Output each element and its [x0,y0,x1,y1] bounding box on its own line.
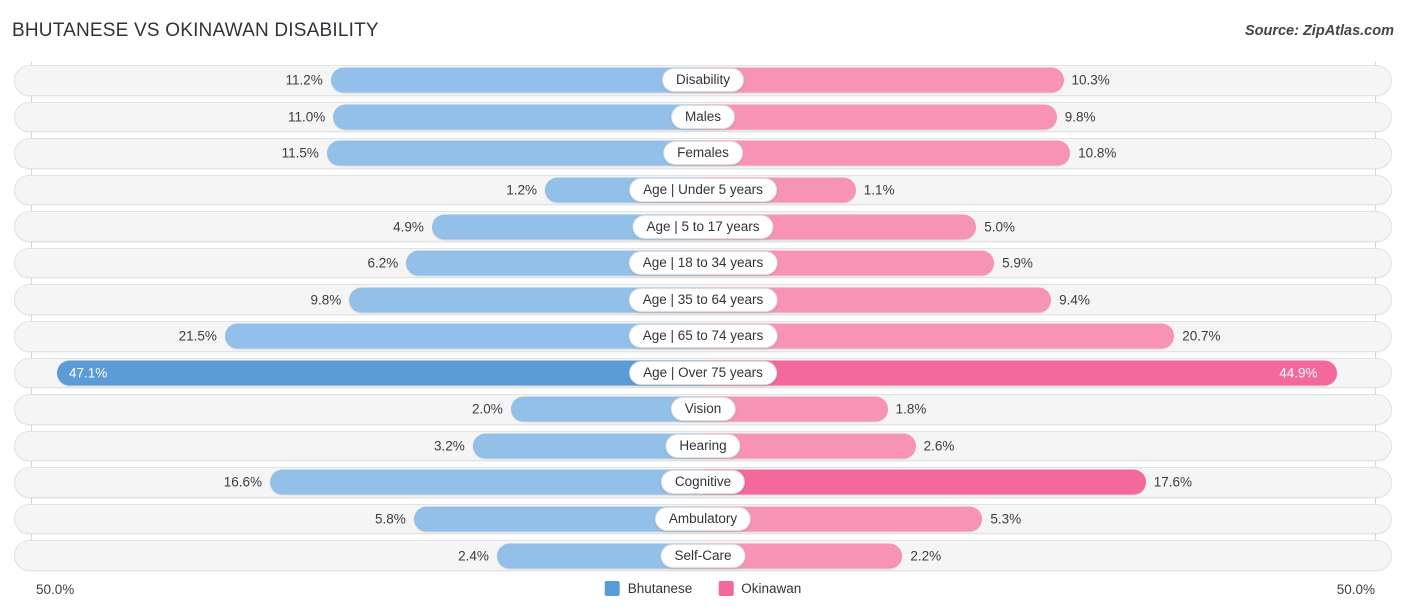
chart-row: 47.1% 44.9% Age | Over 75 years [0,355,1406,392]
chart-row: 11.5% 10.8% Females [0,135,1406,172]
value-label-okinawan: 9.4% [1059,292,1090,308]
bar-bhutanese [270,469,703,495]
value-label-bhutanese: 9.8% [310,292,342,308]
value-label-bhutanese: 16.6% [223,474,263,490]
value-label-bhutanese: 3.2% [434,438,465,454]
chart-row: 9.8% 9.4% Age | 35 to 64 years [0,281,1406,318]
chart-row: 1.2% 1.1% Age | Under 5 years [0,172,1406,209]
value-label-bhutanese: 1.2% [506,182,537,198]
chart-row: 11.2% 10.3% Disability [0,62,1406,99]
bar-okinawan [703,67,1064,93]
bar-bhutanese [330,67,703,93]
chart-row: 4.9% 5.0% Age | 5 to 17 years [0,208,1406,245]
category-label: Hearing [665,433,741,458]
chart-row: 2.0% 1.8% Vision [0,391,1406,428]
value-label-bhutanese: 4.9% [393,219,424,235]
value-label-okinawan: 10.3% [1071,72,1110,88]
value-label-bhutanese: 11.0% [288,109,326,125]
source-attribution: Source: ZipAtlas.com [1244,23,1394,39]
category-label: Males [670,104,736,129]
legend-item[interactable]: Okinawan [718,581,801,596]
legend-label: Okinawan [741,581,802,596]
value-label-bhutanese: 2.0% [472,401,503,417]
chart-row: 5.8% 5.3% Ambulatory [0,501,1406,538]
legend-swatch-icon [604,581,620,596]
chart-row: 11.0% 9.8% Males [0,99,1406,136]
category-label: Age | Under 5 years [629,177,777,202]
value-label-okinawan: 5.3% [990,511,1022,527]
category-label: Age | Over 75 years [629,360,777,385]
chart-row: 21.5% 20.7% Age | 65 to 74 years [0,318,1406,355]
category-label: Age | 35 to 64 years [628,287,778,312]
value-label-okinawan: 1.8% [895,401,927,417]
chart-header: BHUTANESE VS OKINAWAN DISABILITY Source:… [0,0,1406,62]
legend-swatch-icon [718,581,734,596]
value-label-okinawan: 2.6% [923,438,955,454]
category-label: Vision [670,397,736,422]
value-label-okinawan: 9.8% [1064,109,1096,125]
category-label: Age | 18 to 34 years [628,251,778,276]
category-label: Females [663,141,743,166]
chart-row: 3.2% 2.6% Hearing [0,428,1406,465]
bar-bhutanese [57,360,703,386]
bar-bhutanese [326,140,703,166]
bar-okinawan [703,104,1057,130]
bar-okinawan [703,140,1071,166]
value-label-okinawan: 44.9% [1279,365,1318,381]
chart-rows: 11.2% 10.3% Disability 11.0% 9.8% Males 11.5% 1… [0,62,1406,574]
bar-okinawan [703,360,1338,386]
value-label-bhutanese: 2.4% [458,548,489,564]
value-label-bhutanese: 47.1% [69,365,108,381]
value-label-okinawan: 5.9% [1002,255,1033,271]
value-label-okinawan: 2.2% [910,548,942,564]
chart-plot-area: 11.2% 10.3% Disability 11.0% 9.8% Males 11.5% 1… [0,62,1406,574]
value-label-bhutanese: 11.5% [281,145,319,161]
category-label: Self-Care [660,543,746,568]
chart-legend: Bhutanese Okinawan [604,581,801,596]
category-label: Cognitive [660,470,746,495]
legend-item[interactable]: Bhutanese [604,581,693,596]
chart-row: 16.6% 17.6% Cognitive [0,464,1406,501]
axis-label-left: 50.0% [36,582,75,597]
value-label-bhutanese: 5.8% [375,511,406,527]
value-label-bhutanese: 6.2% [367,255,399,271]
legend-label: Bhutanese [627,581,693,596]
bar-bhutanese [333,104,703,130]
category-label: Age | 5 to 17 years [632,214,774,239]
chart-row: 2.4% 2.2% Self-Care [0,537,1406,574]
page-title: BHUTANESE VS OKINAWAN DISABILITY [12,20,379,41]
axis-label-right: 50.0% [1336,582,1375,597]
chart-footer: 50.0% 50.0% Bhutanese Okinawan [0,574,1406,612]
value-label-okinawan: 10.8% [1078,145,1117,161]
value-label-bhutanese: 21.5% [178,328,217,344]
category-label: Ambulatory [654,507,752,532]
chart-page: BHUTANESE VS OKINAWAN DISABILITY Source:… [0,0,1406,612]
category-label: Disability [661,68,745,93]
value-label-okinawan: 5.0% [984,219,1015,235]
value-label-okinawan: 1.1% [863,182,895,198]
value-label-okinawan: 20.7% [1182,328,1221,344]
category-label: Age | 65 to 74 years [628,324,778,349]
value-label-bhutanese: 11.2% [285,72,323,88]
chart-row: 6.2% 5.9% Age | 18 to 34 years [0,245,1406,282]
value-label-okinawan: 17.6% [1153,474,1193,490]
bar-okinawan [703,469,1146,495]
